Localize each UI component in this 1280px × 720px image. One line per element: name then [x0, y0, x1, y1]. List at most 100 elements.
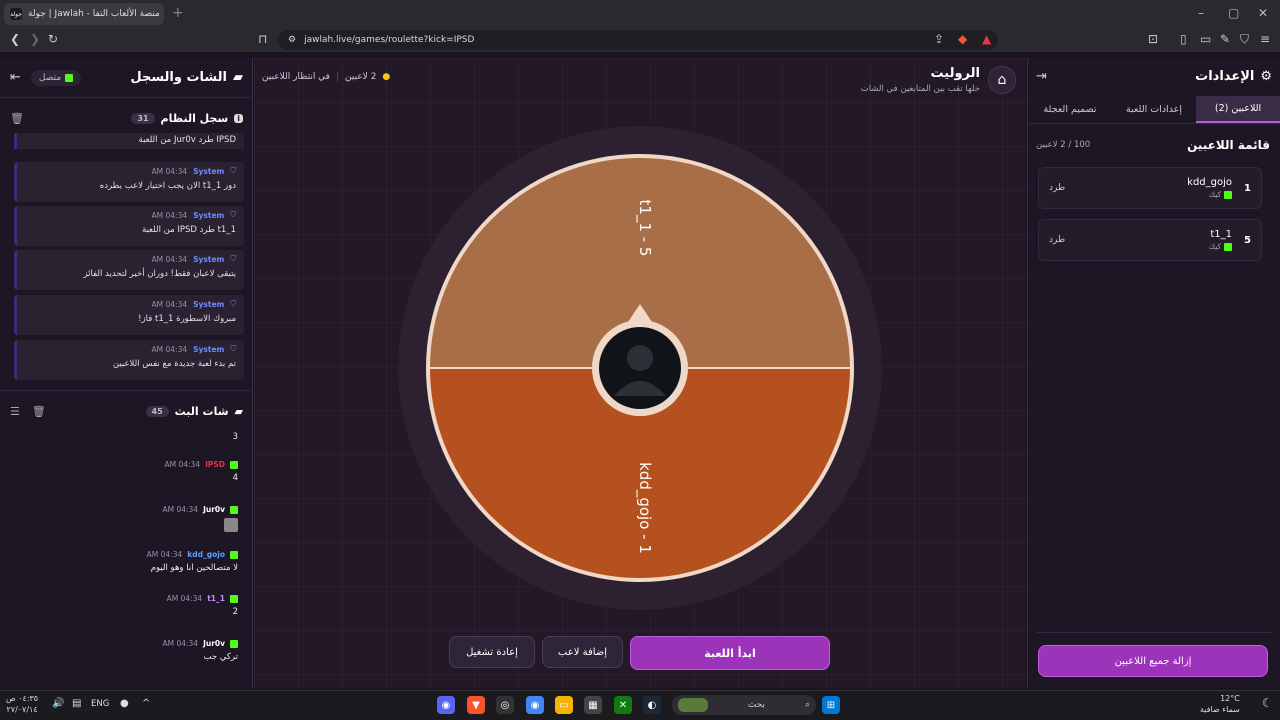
browser-tab[interactable]: جولة جولة | Jawlah - منصة الألعاب التفا …: [4, 3, 164, 25]
calculator-icon[interactable]: ▦: [584, 696, 602, 714]
obs-icon[interactable]: ◎: [496, 696, 514, 714]
kick-player-button[interactable]: طرد: [1049, 183, 1065, 193]
game-status: ● 2 لاعبين | في انتظار اللاعبين: [262, 72, 391, 82]
trash-icon[interactable]: 🗑: [32, 405, 46, 418]
minimize-icon[interactable]: –: [1198, 6, 1204, 20]
settings-header: ⇥ ⚙ الإعدادات: [1036, 58, 1272, 94]
extensions-icon[interactable]: ✎: [1220, 32, 1230, 46]
bookmark-icon[interactable]: ⊓: [258, 32, 267, 46]
filter-icon[interactable]: ☰: [10, 405, 20, 418]
clock[interactable]: ٠٤:٣٥ ص ٢٧/٠٧/١٤: [6, 693, 38, 715]
start-game-button[interactable]: ابدأ اللعبة: [630, 636, 830, 670]
chat-username[interactable]: t1_1: [207, 594, 225, 603]
shield-icon: ⛉: [230, 210, 236, 219]
kick-icon: [1224, 242, 1233, 251]
game-title-block: الروليت خلها تقب بين المتابعين في الشات: [846, 66, 980, 94]
kick-player-button[interactable]: طرد: [1049, 235, 1065, 245]
chat-username[interactable]: IPSD: [205, 460, 225, 469]
chevron-up-icon[interactable]: ^: [142, 698, 150, 709]
discord-icon[interactable]: ◉: [437, 696, 455, 714]
microphone-icon[interactable]: ●: [120, 698, 129, 709]
menu-icon[interactable]: ≡: [1260, 32, 1270, 46]
volume-icon[interactable]: 🔊: [52, 698, 64, 709]
back-icon[interactable]: ❮: [10, 32, 20, 46]
system-message: ⛉ System 04:34 AM دور t1_1 الان يجب اختيار…: [14, 162, 244, 202]
brave-rewards-icon[interactable]: ▲: [982, 32, 991, 46]
settings-title: الإعدادات: [1195, 68, 1255, 84]
remove-all-players-button[interactable]: إزالة جميع اللاعبين: [1038, 645, 1268, 677]
system-log-partial: IPSD طرد Jur0v من اللعبة: [14, 133, 244, 149]
tab-players[interactable]: اللاعبين (2): [1196, 96, 1280, 123]
gear-icon: ⚙: [1260, 68, 1272, 84]
close-window-icon[interactable]: ✕: [1258, 6, 1268, 20]
kick-icon: [65, 73, 74, 82]
taskbar-search[interactable]: ⌕ بحث: [672, 695, 816, 715]
system-message: ⛉ System 04:34 AM تم بدء لعبة جديدة مع نفس…: [14, 340, 244, 380]
player-number: 5: [1244, 234, 1251, 246]
home-icon: ⌂: [997, 72, 1007, 88]
kick-icon: [230, 505, 238, 514]
shield-icon: ⛉: [230, 166, 236, 175]
chat-username[interactable]: Jur0v: [203, 639, 225, 648]
search-placeholder: بحث: [747, 700, 766, 710]
xbox-icon[interactable]: ✕: [614, 696, 632, 714]
kick-icon: [230, 594, 238, 603]
brave-icon[interactable]: ▼: [467, 696, 485, 714]
chat-message: t1_1 04:34 AM 2: [166, 594, 238, 617]
system-log-title: سجل النظام: [160, 111, 229, 125]
add-player-button[interactable]: إضافة لاعب: [542, 636, 623, 668]
maximize-icon[interactable]: ▢: [1228, 6, 1239, 20]
shield-icon: ⛉: [230, 344, 236, 353]
vpn-icon[interactable]: ⛉: [1240, 32, 1249, 47]
chat-username[interactable]: Jur0v: [203, 505, 225, 514]
kick-icon: [230, 460, 238, 469]
favicon: جولة: [10, 8, 22, 20]
wallet-icon[interactable]: ▭: [1200, 32, 1211, 46]
language-indicator[interactable]: ENG: [91, 699, 109, 709]
player-row: طرد t1_1 كيك 5: [1038, 219, 1262, 261]
folder-icon[interactable]: ▭: [555, 696, 573, 714]
player-list-count: 100 / 2 لاعبين: [1036, 140, 1091, 150]
share-icon[interactable]: ⇪: [934, 32, 944, 46]
tab-wheel-design[interactable]: تصميم العجلة: [1028, 96, 1112, 123]
network-icon[interactable]: ▤: [72, 698, 81, 709]
system-message: ⛉ System 04:34 AM مبروك الاسطورة t1_1 فاز!: [14, 295, 244, 335]
brave-shield-icon[interactable]: ◆: [958, 32, 967, 46]
search-highlight-image: [678, 698, 709, 712]
shield-icon: ⛉: [230, 254, 236, 263]
reload-icon[interactable]: ↻: [48, 32, 58, 46]
kick-icon: [230, 639, 238, 648]
windows-start-icon[interactable]: ⊞: [822, 696, 840, 714]
site-info-icon[interactable]: ⚙: [288, 35, 296, 45]
chat-message: kdd_gojo 04:34 AM لا متصالحين انا وهو الي…: [146, 550, 238, 573]
trash-icon[interactable]: 🗑: [10, 112, 24, 125]
screenshot-icon[interactable]: ⊡: [1148, 32, 1158, 46]
url-field[interactable]: ⚙ jawlah.live/games/roulette?kick=IPSD: [278, 30, 998, 50]
chat-username[interactable]: kdd_gojo: [187, 550, 225, 559]
weather-widget[interactable]: 12°C سماء صافية: [1200, 693, 1240, 715]
restart-button[interactable]: إعادة تشغيل: [449, 636, 535, 668]
chat-bubble-icon: ▰: [233, 70, 243, 85]
player-name: t1_1: [1210, 229, 1233, 240]
settings-tabs: اللاعبين (2) إعدادات اللعبة تصميم العجلة: [1028, 96, 1280, 124]
steam-icon[interactable]: ◐: [643, 696, 661, 714]
forward-icon[interactable]: ❯: [30, 32, 40, 46]
wheel-segment-label: kdd_gojo - 1: [635, 462, 654, 554]
chat-message: IPSD 04:34 AM 4: [164, 460, 238, 483]
tab-game-settings[interactable]: إعدادات اللعبة: [1112, 96, 1196, 123]
connection-status: متصل: [30, 69, 82, 86]
sidebar-icon[interactable]: ▯: [1180, 32, 1187, 46]
collapse-panel-icon[interactable]: ⇤: [10, 70, 21, 85]
system-log-count: 31: [131, 112, 155, 124]
new-tab-button[interactable]: +: [172, 5, 184, 21]
chrome-icon[interactable]: ◉: [526, 696, 544, 714]
home-button[interactable]: ⌂: [988, 66, 1016, 94]
player-row: طرد kdd_gojo كيك 1: [1038, 167, 1262, 209]
kick-icon: [230, 550, 238, 559]
player-number: 1: [1244, 182, 1251, 194]
collapse-panel-icon[interactable]: ⇥: [1036, 69, 1047, 84]
divider: [1036, 632, 1272, 633]
stream-chat-count: 45: [145, 405, 169, 417]
system-log-header: 🗑 i سجل النظام 31: [0, 104, 253, 132]
roulette-wheel[interactable]: t1_1 - 5 kdd_gojo - 1: [398, 126, 882, 610]
